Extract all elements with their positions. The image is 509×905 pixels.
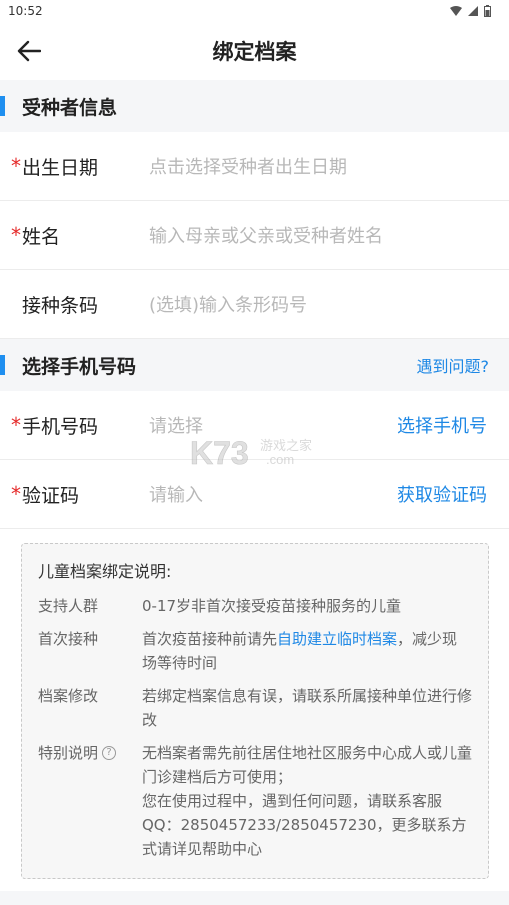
notice-value: 若绑定档案信息有误，请联系所属接种单位进行修改 bbox=[142, 687, 473, 729]
choose-phone-button[interactable]: 选择手机号 bbox=[397, 412, 509, 438]
verify-code-input[interactable]: 请输入 bbox=[149, 481, 397, 507]
required-mark: * bbox=[11, 223, 21, 247]
notice-key: 档案修改 bbox=[38, 687, 99, 705]
barcode-row: 接种条码 (选填)输入条形码号 bbox=[0, 270, 509, 339]
verify-code-label: 验证码 bbox=[22, 484, 80, 507]
recipient-section-header: 受种者信息 bbox=[0, 80, 509, 132]
notice-item: 档案修改 若绑定档案信息有误，请联系所属接种单位进行修改 bbox=[38, 684, 472, 732]
k73-watermark-logo: K73 游戏之家 .com bbox=[190, 435, 312, 472]
notice-key: 特别说明 bbox=[38, 744, 99, 762]
required-mark: * bbox=[11, 482, 21, 506]
notice-box: 儿童档案绑定说明: 支持人群 0-17岁非首次接受疫苗接种服务的儿童 首次接种 … bbox=[21, 543, 489, 879]
nav-bar: 绑定档案 bbox=[0, 22, 509, 80]
name-label: 姓名 bbox=[22, 225, 61, 248]
battery-icon bbox=[484, 5, 491, 17]
section-accent-bar bbox=[0, 96, 5, 116]
arrow-left-icon bbox=[17, 40, 41, 62]
phone-label: 手机号码 bbox=[22, 415, 99, 438]
required-mark: * bbox=[11, 154, 21, 178]
wifi-icon bbox=[450, 6, 462, 16]
notice-section: 儿童档案绑定说明: 支持人群 0-17岁非首次接受疫苗接种服务的儿童 首次接种 … bbox=[0, 529, 509, 891]
svg-text:.com: .com bbox=[266, 452, 294, 467]
notice-item: 特别说明? 无档案者需先前往居住地社区服务中心成人或儿童门诊建档后方可使用； 您在… bbox=[38, 741, 472, 861]
notice-value-line2: 您在使用过程中，遇到任何问题，请联系客服QQ：2850457233/285045… bbox=[142, 792, 467, 858]
barcode-input[interactable]: (选填)输入条形码号 bbox=[149, 291, 509, 317]
required-mark: * bbox=[11, 413, 21, 437]
notice-value: 无档案者需先前往居住地社区服务中心成人或儿童门诊建档后方可使用； 您在使用过程中，… bbox=[142, 741, 472, 861]
notice-key: 支持人群 bbox=[38, 597, 99, 615]
svg-text:K73: K73 bbox=[190, 435, 249, 471]
help-link[interactable]: 遇到问题? bbox=[417, 353, 490, 377]
birth-date-label: 出生日期 bbox=[22, 156, 99, 179]
name-row: * 姓名 输入母亲或父亲或受种者姓名 bbox=[0, 201, 509, 270]
notice-value: 首次疫苗接种前请先自助建立临时档案，减少现场等待时间 bbox=[142, 627, 472, 675]
notice-title: 儿童档案绑定说明: bbox=[38, 562, 172, 581]
section-accent-bar bbox=[0, 355, 5, 375]
page-title: 绑定档案 bbox=[212, 40, 297, 64]
notice-value-pre: 首次疫苗接种前请先 bbox=[142, 630, 278, 648]
notice-item: 首次接种 首次疫苗接种前请先自助建立临时档案，减少现场等待时间 bbox=[38, 627, 472, 675]
notice-item: 支持人群 0-17岁非首次接受疫苗接种服务的儿童 bbox=[38, 594, 472, 618]
status-icons bbox=[450, 5, 491, 17]
status-time: 10:52 bbox=[8, 4, 43, 18]
create-temp-archive-link[interactable]: 自助建立临时档案 bbox=[277, 630, 397, 648]
notice-value-line1: 无档案者需先前往居住地社区服务中心成人或儿童门诊建档后方可使用； bbox=[142, 744, 473, 786]
phone-section-title: 选择手机号码 bbox=[22, 355, 137, 378]
birth-date-row[interactable]: * 出生日期 点击选择受种者出生日期 bbox=[0, 132, 509, 201]
birth-date-picker[interactable]: 点击选择受种者出生日期 bbox=[149, 153, 509, 179]
back-button[interactable] bbox=[14, 36, 44, 66]
notice-key: 首次接种 bbox=[38, 630, 99, 648]
barcode-label: 接种条码 bbox=[22, 294, 99, 317]
signal-icon bbox=[468, 6, 478, 16]
get-code-button[interactable]: 获取验证码 bbox=[397, 481, 509, 507]
question-icon[interactable]: ? bbox=[102, 746, 117, 760]
notice-key-wrap: 特别说明? bbox=[38, 741, 142, 861]
recipient-section-title: 受种者信息 bbox=[22, 96, 118, 119]
name-input[interactable]: 输入母亲或父亲或受种者姓名 bbox=[149, 222, 509, 248]
notice-value: 0-17岁非首次接受疫苗接种服务的儿童 bbox=[142, 597, 402, 615]
phone-section-header: 选择手机号码 遇到问题? bbox=[0, 339, 509, 391]
status-bar: 10:52 bbox=[0, 0, 509, 22]
